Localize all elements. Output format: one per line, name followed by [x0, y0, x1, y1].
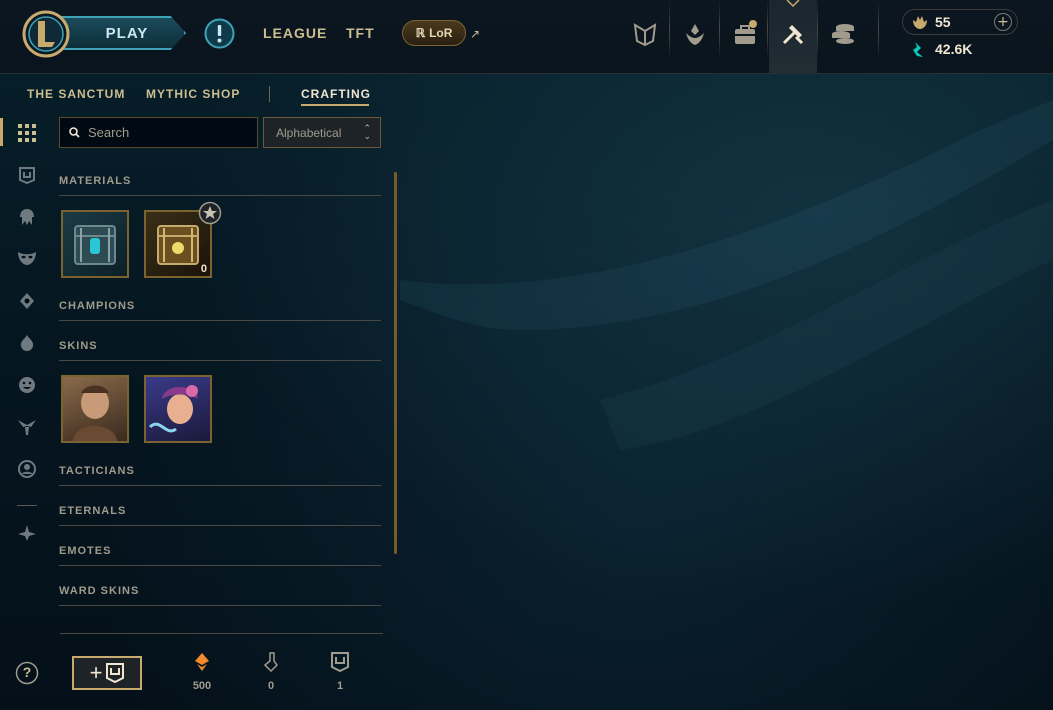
champion-category-icon[interactable]: [15, 205, 39, 229]
play-button[interactable]: PLAY: [58, 16, 186, 50]
help-label: ?: [22, 664, 32, 680]
orange-essence-icon: [913, 16, 927, 29]
top-bar: PLAY LEAGUE TFT ℝ LoR ↗ 55 + 42.6K: [0, 0, 1053, 74]
notification-dot-icon: [749, 20, 757, 28]
nav-tft[interactable]: TFT: [346, 25, 375, 41]
league-logo-icon[interactable]: [22, 10, 70, 58]
subnav-the-sanctum[interactable]: THE SANCTUM: [27, 87, 125, 101]
loot-icon[interactable]: [775, 14, 811, 54]
lor-label: LoR: [429, 26, 453, 40]
section-ward-skins: WARD SKINS: [59, 585, 381, 606]
sort-select-value: Alphabetical: [276, 125, 342, 140]
subnav-crafting[interactable]: CRAFTING: [301, 87, 371, 101]
chest-footer-icon: [331, 652, 349, 673]
skin-portrait-icon: [148, 385, 198, 433]
bottom-divider: [60, 633, 383, 634]
section-materials: MATERIALS: [59, 175, 381, 196]
icon-category-icon[interactable]: [15, 457, 39, 481]
grid-all-icon[interactable]: [15, 121, 39, 145]
ward-category-icon[interactable]: [15, 289, 39, 313]
subnav-active-underline: [301, 104, 369, 106]
top-separator: [878, 0, 879, 60]
key-fragment-value: 0: [267, 680, 275, 692]
top-separator: [767, 0, 768, 60]
masterwork-chest-count: 0: [200, 263, 207, 275]
sort-chevron-icon: ⌃ ⌄: [363, 123, 371, 141]
key-fragment-icon: [263, 652, 278, 673]
tft-category-icon[interactable]: [15, 331, 39, 355]
external-link-icon: ↗: [470, 27, 481, 41]
search-box[interactable]: [59, 117, 258, 148]
subnav-separator: [269, 86, 270, 102]
lor-r-icon: ℝ: [415, 26, 426, 40]
loot-scrollbar-thumb[interactable]: [394, 172, 397, 554]
subnav-mythic-shop[interactable]: MYTHIC SHOP: [146, 87, 240, 101]
star-badge-icon: [198, 201, 222, 225]
orange-essence-footer-value: 500: [192, 680, 212, 692]
key-fragment-footer: 0: [251, 652, 291, 692]
section-champions: CHAMPIONS: [59, 300, 381, 321]
chest-category-icon[interactable]: [15, 163, 39, 187]
skin-portrait-icon: [73, 385, 117, 441]
chest-footer: 1: [320, 652, 360, 692]
category-divider: [17, 505, 37, 506]
collection-icon[interactable]: [727, 14, 763, 54]
ranked-icon[interactable]: [677, 14, 713, 54]
hextech-chest-icon: [74, 225, 116, 265]
hextech-chest-tile[interactable]: [61, 210, 129, 278]
section-emotes: EMOTES: [59, 545, 381, 566]
search-input[interactable]: [86, 124, 250, 141]
section-tacticians: TACTICIANS: [59, 465, 381, 486]
skin-tile-1[interactable]: [61, 375, 129, 443]
top-separator: [719, 0, 720, 60]
add-plus-label: +: [89, 660, 103, 685]
misc-category-icon[interactable]: [15, 521, 39, 545]
add-chest-button[interactable]: +: [72, 656, 142, 690]
chest-footer-value: 1: [336, 680, 344, 692]
section-eternals: ETERNALS: [59, 505, 381, 526]
store-icon[interactable]: [825, 14, 861, 54]
orange-essence-footer-icon: [195, 653, 209, 671]
orange-essence-footer: 500: [182, 652, 222, 692]
lor-button[interactable]: ℝ LoR: [402, 20, 466, 46]
orange-essence-value: 55: [935, 14, 951, 30]
clash-icon[interactable]: [627, 14, 663, 54]
sort-select[interactable]: Alphabetical ⌃ ⌄: [263, 117, 381, 148]
skin-category-icon[interactable]: [15, 246, 39, 270]
loot-scrollbar[interactable]: [394, 172, 397, 554]
nav-league[interactable]: LEAGUE: [263, 25, 327, 41]
skin-tile-2[interactable]: [144, 375, 212, 443]
section-skins: SKINS: [59, 340, 381, 361]
alert-icon[interactable]: [204, 18, 235, 49]
blue-essence-icon: [913, 42, 923, 57]
eternals-category-icon[interactable]: [15, 415, 39, 439]
add-currency-button[interactable]: +: [994, 13, 1012, 31]
category-active-indicator: [0, 118, 3, 146]
help-button[interactable]: ?: [15, 661, 39, 685]
emote-category-icon[interactable]: [15, 373, 39, 397]
blue-essence-value: 42.6K: [935, 41, 973, 57]
top-separator: [669, 0, 670, 60]
chest-icon: [106, 663, 125, 683]
active-chevron-icon: [786, 0, 800, 8]
search-icon: [69, 127, 80, 138]
top-separator: [817, 0, 818, 60]
